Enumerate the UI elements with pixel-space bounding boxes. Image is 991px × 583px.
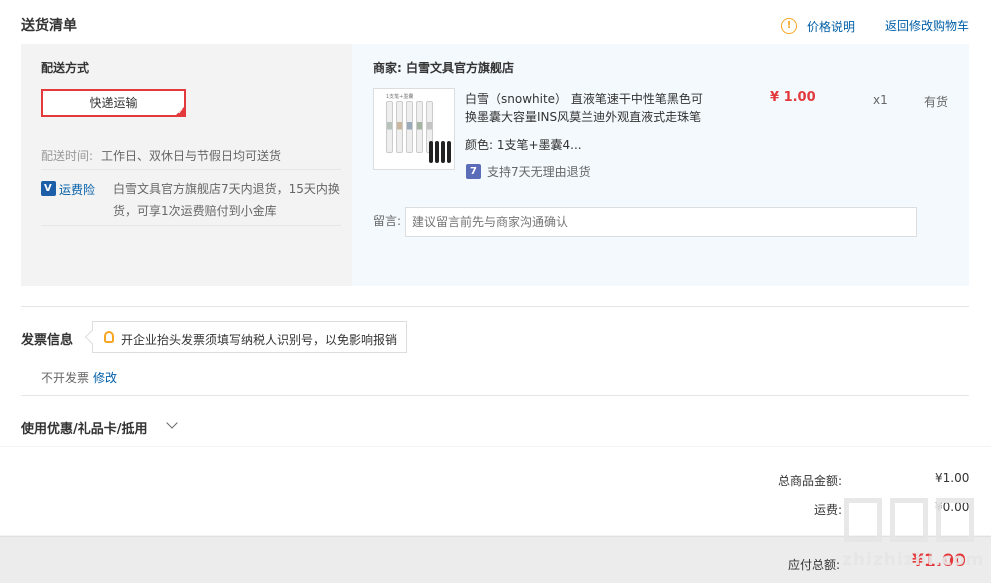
divider: [21, 395, 969, 396]
product-price: ¥ 1.00: [770, 90, 816, 105]
lightbulb-icon: [104, 331, 114, 343]
chevron-down-icon[interactable]: [166, 417, 178, 429]
memo-input[interactable]: [405, 207, 917, 237]
invoice-tip-text: 开企业抬头发票须填写纳税人识别号，以免影响报销: [121, 333, 398, 347]
delivery-time-value: 工作日、双休日与节假日均可送货: [101, 149, 282, 163]
tip-arrow: [84, 329, 100, 345]
invoice-tip: 开企业抬头发票须填写纳税人识别号，以免影响报销: [84, 321, 407, 353]
invoice-title: 发票信息: [21, 333, 74, 348]
memo-label: 留言:: [373, 214, 402, 228]
thumbnail-caption: 1支笔+墨囊: [386, 94, 414, 100]
watermark-text: zhizhizhi.com: [842, 550, 985, 570]
divider: [41, 225, 341, 226]
product-color: 颜色: 1支笔+墨囊4...: [465, 138, 582, 152]
order-panel: 商家: 白雪文具官方旗舰店 1支笔+墨囊 白雪（snowhite） 直液笔速干中…: [352, 44, 969, 286]
price-info-link[interactable]: 价格说明: [807, 18, 855, 35]
coupons-toggle[interactable]: 使用优惠/礼品卡/抵用: [21, 418, 148, 437]
back-to-cart-link[interactable]: 返回修改购物车: [885, 17, 969, 34]
express-shipping-label: 快递运输: [89, 96, 138, 110]
product-title-line-1[interactable]: 白雪（snowhite） 直液笔速干中性笔黑色可: [465, 90, 703, 107]
delivery-list-title: 送货清单: [21, 18, 77, 34]
pen-image: [396, 101, 403, 153]
return-icon: 7: [466, 164, 481, 179]
delivery-time-label: 配送时间:: [41, 149, 94, 163]
check-icon: ✓: [177, 107, 184, 116]
invoice-status: 不开发票: [41, 371, 90, 385]
refill-image: [441, 141, 445, 163]
checkout-card: 送货清单 ! 价格说明 返回修改购物车 配送方式 快递运输 ✓ 配送时间: 工作…: [0, 0, 991, 446]
delivery-method-label: 配送方式: [41, 61, 90, 75]
divider: [41, 169, 341, 170]
refill-image: [447, 141, 451, 163]
info-icon[interactable]: !: [781, 18, 797, 34]
product-thumbnail[interactable]: 1支笔+墨囊: [373, 88, 455, 170]
merchant-name: 商家: 白雪文具官方旗舰店: [373, 61, 514, 75]
watermark: zhizhizhi.com: [842, 498, 985, 578]
pen-image: [386, 101, 393, 153]
pen-image: [406, 101, 413, 153]
watermark-logo-icon: [936, 498, 974, 542]
divider: [21, 306, 969, 307]
insurance-desc-line-2: 货，可享1次运费赔付到小金库: [113, 204, 277, 218]
watermark-logo-icon: [890, 498, 928, 542]
freight-label: 运费:: [814, 503, 843, 517]
product-quantity: x1: [873, 93, 888, 107]
goods-total-label: 总商品金额:: [778, 474, 843, 488]
refill-image: [435, 141, 439, 163]
pen-image: [416, 101, 423, 153]
delivery-panel: 配送方式 快递运输 ✓ 配送时间: 工作日、双休日与节假日均可送货 V 运费险 …: [21, 44, 352, 286]
refill-image: [429, 141, 433, 163]
stock-status: 有货: [924, 95, 949, 109]
product-title-line-2[interactable]: 换墨囊大容量INS风莫兰迪外观直液式走珠笔: [465, 108, 701, 125]
express-shipping-option[interactable]: 快递运输 ✓: [41, 89, 186, 117]
invoice-edit-link[interactable]: 修改: [93, 369, 117, 386]
watermark-logo-icon: [844, 498, 882, 542]
shield-icon: V: [41, 181, 56, 196]
freight-insurance-link[interactable]: 运费险: [59, 181, 95, 198]
return-policy: 支持7天无理由退货: [487, 165, 591, 179]
goods-total-value: ¥1.00: [935, 471, 970, 485]
insurance-desc-line-1: 白雪文具官方旗舰店7天内退货，15天内换: [113, 182, 340, 196]
payable-label: 应付总额:: [788, 558, 841, 572]
